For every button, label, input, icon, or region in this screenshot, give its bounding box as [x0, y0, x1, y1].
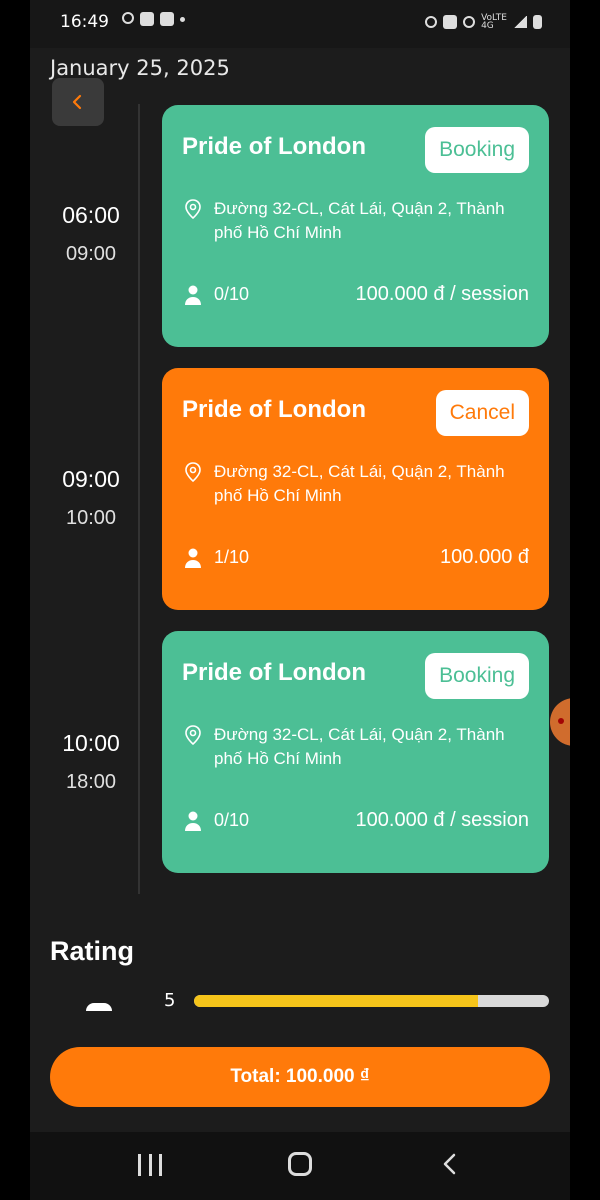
- location-pin-icon: [185, 199, 201, 219]
- location-pin-icon: [185, 462, 201, 482]
- session-title: Pride of London: [182, 396, 366, 423]
- avatar: [86, 1003, 112, 1011]
- person-icon: [185, 811, 201, 831]
- session-price: 100.000 đ / session: [355, 809, 529, 831]
- total-button[interactable]: Total: 100.000 ₫: [50, 1047, 550, 1107]
- signal-icon: [513, 16, 527, 28]
- rating-star-label: 5: [164, 990, 176, 1011]
- session-end-time: 09:00: [65, 243, 117, 265]
- messenger-icon: [122, 12, 134, 24]
- recent-apps-button[interactable]: [138, 1154, 162, 1176]
- session-start-time: 06:00: [62, 202, 120, 228]
- session-start-time: 09:00: [62, 466, 120, 492]
- booking-button[interactable]: Booking: [425, 653, 529, 699]
- session-card[interactable]: Pride of London Booking Đường 32-CL, Cát…: [162, 631, 549, 873]
- hotspot-icon: [463, 16, 476, 28]
- status-bar: 16:49 VoLTE 4G: [30, 0, 570, 48]
- session-footer: 1/10 100.000 đ: [184, 546, 529, 569]
- mute-icon: [443, 15, 458, 29]
- session-time: 06:00 09:00: [30, 202, 152, 266]
- dot-icon: [180, 17, 185, 22]
- session-address: Đường 32-CL, Cát Lái, Quận 2, Thành phố …: [214, 725, 505, 768]
- session-location: Đường 32-CL, Cát Lái, Quận 2, Thành phố …: [184, 723, 529, 771]
- session-location: Đường 32-CL, Cát Lái, Quận 2, Thành phố …: [184, 197, 529, 245]
- session-address: Đường 32-CL, Cát Lái, Quận 2, Thành phố …: [214, 462, 505, 505]
- session-location: Đường 32-CL, Cát Lái, Quận 2, Thành phố …: [184, 460, 529, 508]
- session-footer: 0/10 100.000 đ / session: [184, 809, 529, 832]
- video-icon: [160, 12, 174, 26]
- recent-apps-icon: [159, 1154, 162, 1176]
- session-slots: 0/10: [184, 284, 249, 305]
- rating-bar-fill: [194, 995, 478, 1007]
- session-title: Pride of London: [182, 133, 366, 160]
- slots-count: 0/10: [214, 284, 250, 304]
- alarm-icon: [425, 16, 438, 28]
- status-right-icons: VoLTE 4G: [425, 13, 542, 31]
- gallery-icon: [140, 12, 154, 26]
- session-slots: 0/10: [184, 810, 249, 831]
- session-start-time: 10:00: [62, 730, 120, 756]
- back-button[interactable]: [52, 78, 104, 126]
- chevron-left-icon: [72, 94, 82, 110]
- slots-count: 1/10: [214, 547, 250, 567]
- session-end-time: 18:00: [65, 771, 117, 793]
- session-time: 10:00 18:00: [30, 730, 152, 794]
- rating-heading: Rating: [50, 936, 134, 966]
- booking-button[interactable]: Booking: [425, 127, 529, 173]
- status-left-icons: [122, 12, 185, 26]
- location-pin-icon: [185, 725, 201, 745]
- nav-back-button[interactable]: [440, 1152, 460, 1176]
- session-card[interactable]: Pride of London Booking Đường 32-CL, Cát…: [162, 105, 549, 347]
- system-nav-bar: [30, 1132, 570, 1200]
- session-price: 100.000 đ: [440, 546, 529, 568]
- status-time: 16:49: [60, 12, 109, 32]
- page-date: January 25, 2025: [50, 56, 230, 80]
- session-footer: 0/10 100.000 đ / session: [184, 283, 529, 306]
- session-title: Pride of London: [182, 659, 366, 686]
- session-price: 100.000 đ / session: [355, 283, 529, 305]
- cancel-button[interactable]: Cancel: [435, 390, 529, 436]
- recent-apps-icon: [138, 1154, 141, 1176]
- recent-apps-icon: [148, 1154, 152, 1176]
- session-end-time: 10:00: [65, 507, 117, 529]
- slots-count: 0/10: [214, 810, 250, 830]
- session-card[interactable]: Pride of London Cancel Đường 32-CL, Cát …: [162, 368, 549, 610]
- rating-bar: [194, 995, 549, 1007]
- session-slots: 1/10: [184, 547, 249, 568]
- person-icon: [185, 285, 201, 305]
- session-time: 09:00 10:00: [30, 466, 152, 530]
- floating-chat-bubble[interactable]: [550, 698, 570, 746]
- person-icon: [185, 548, 201, 568]
- battery-icon: [533, 15, 542, 29]
- data-icon: VoLTE 4G: [481, 13, 507, 31]
- session-address: Đường 32-CL, Cát Lái, Quận 2, Thành phố …: [214, 199, 505, 242]
- home-button[interactable]: [288, 1152, 312, 1176]
- phone-screen: 16:49 VoLTE 4G January 25, 2025 06:00 09:…: [30, 0, 570, 1200]
